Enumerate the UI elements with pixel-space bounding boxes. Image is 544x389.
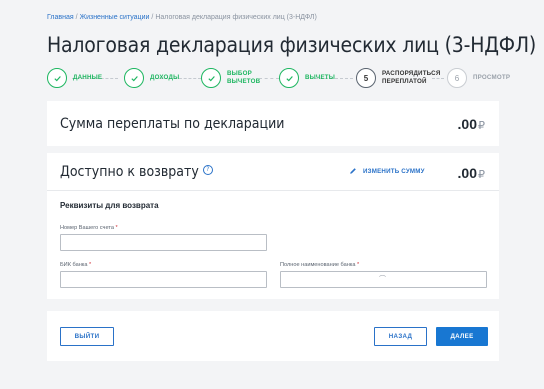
step-deductions[interactable]: Вычеты [279,68,335,88]
step-label: Вычеты [305,74,336,81]
step-label: Распорядиться переплатой [382,70,441,85]
refund-details-title: Реквизиты для возврата [60,201,159,210]
breadcrumb-section-link[interactable]: Жизненные ситуации [80,14,150,21]
next-button[interactable]: Далее [436,327,488,346]
edit-amount-link[interactable]: Изменить сумму [349,167,425,175]
divider [47,190,499,191]
step-label: Доходы [150,74,180,81]
refund-card: Доступно к возврату? Изменить сумму .00₽… [47,153,499,299]
exit-button[interactable]: Выйти [60,327,114,346]
step-number: 5 [356,68,376,88]
refund-title: Доступно к возврату? [60,164,213,180]
breadcrumb-current: Налоговая декларация физических лиц (3-Н… [155,14,317,21]
overpayment-title: Сумма переплаты по декларации [60,116,285,132]
overpayment-amount: .00₽ [457,116,485,132]
page-title: Налоговая декларация физических лиц (3-Н… [47,33,537,57]
check-icon [279,68,299,88]
breadcrumb-home-link[interactable]: Главная [47,14,74,21]
loading-icon: ⌒ [379,276,386,283]
pencil-icon [350,168,356,174]
refund-amount: .00₽ [457,165,485,181]
overpayment-card: Сумма переплаты по декларации .00₽ [47,101,499,146]
back-button[interactable]: Назад [374,327,427,346]
step-number: 6 [447,68,467,88]
step-label: Просмотр [473,74,511,81]
bank-name-field[interactable]: ⌒ [280,271,487,288]
step-label: Данные [73,74,103,81]
actions-card: Выйти Назад Далее [47,311,499,361]
step-overpayment[interactable]: 5 Распорядиться переплатой [356,68,441,88]
step-data[interactable]: Данные [47,68,102,88]
ruble-icon: ₽ [478,169,485,181]
step-connector [432,78,444,80]
check-icon [47,68,67,88]
check-icon [124,68,144,88]
account-number-input[interactable] [60,234,267,251]
bik-label: БИК банка * [60,262,92,268]
breadcrumb: Главная / Жизненные ситуации / Налоговая дек… [47,14,317,21]
step-label: Выбор вычетов [227,70,261,85]
check-icon [201,68,221,88]
step-connector [259,78,279,80]
account-label: Номер Вашего счета * [60,225,118,231]
step-income[interactable]: Доходы [124,68,179,88]
help-icon[interactable]: ? [202,165,213,175]
ruble-icon: ₽ [478,120,485,132]
bank-name-label: Полное наименование банка * [280,262,360,268]
stepper: Данные Доходы Выбор вычетов Вычеты 5 Рас… [47,68,510,94]
bik-input[interactable] [60,271,267,288]
step-deduction-choice[interactable]: Выбор вычетов [201,68,261,88]
step-preview: 6 Просмотр [447,68,510,88]
